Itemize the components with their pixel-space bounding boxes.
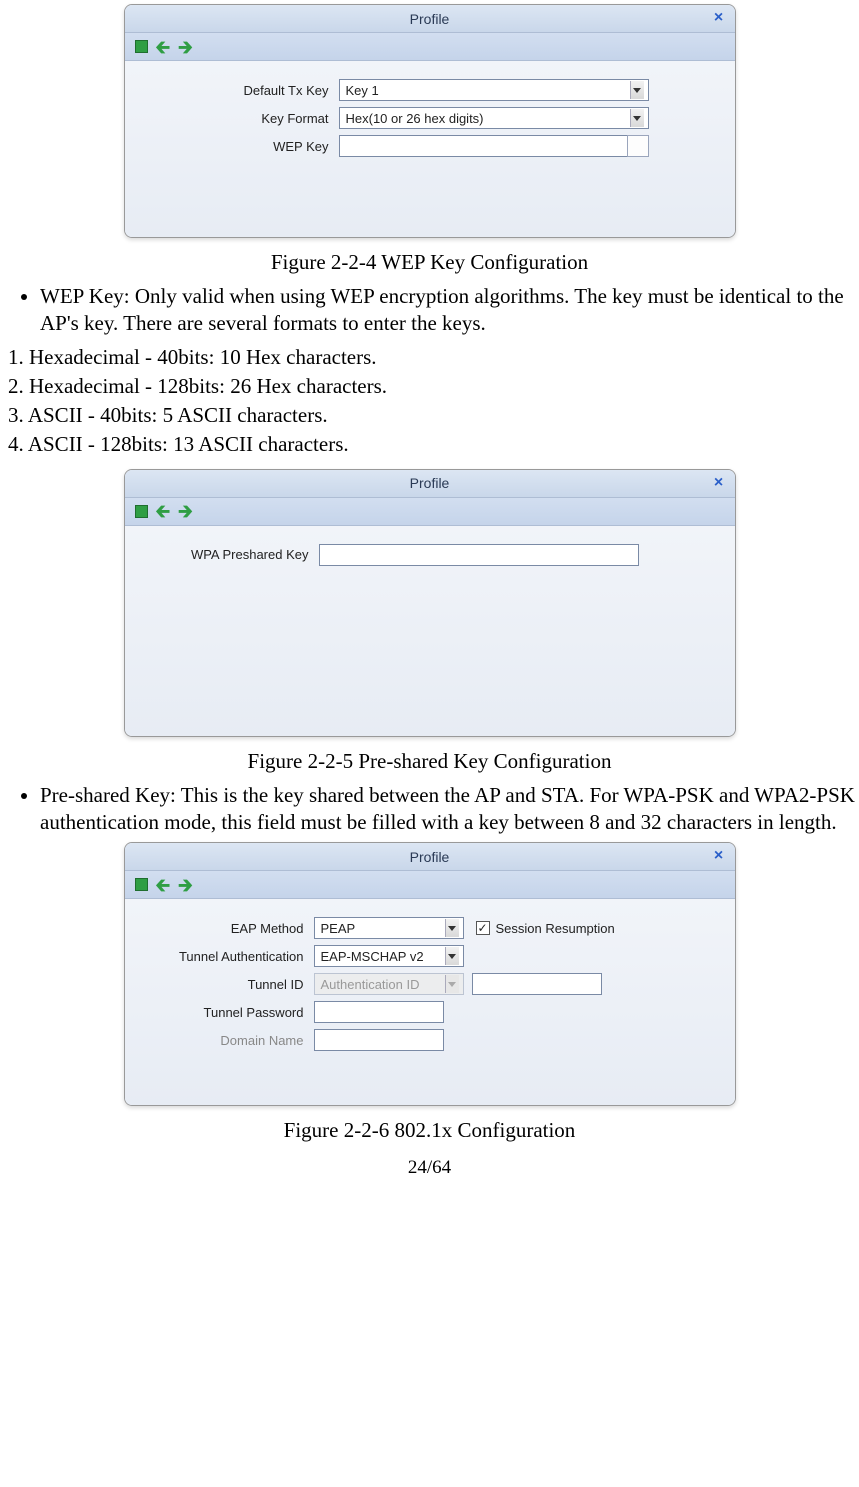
dialog-titlebar: Profile × [125, 843, 735, 871]
tunnel-id-select: Authentication ID [314, 973, 464, 995]
stop-icon[interactable] [135, 878, 148, 891]
stop-icon[interactable] [135, 505, 148, 518]
dialog-body: Default Tx Key Key 1 Key Format Hex(10 o… [125, 61, 735, 237]
figure-caption-3: Figure 2-2-6 802.1x Configuration [0, 1118, 859, 1143]
dialog-toolbar: 🡰 🡲 [125, 871, 735, 899]
num-item-4: 4. ASCII - 128bits: 13 ASCII characters. [8, 431, 859, 458]
key-format-select[interactable]: Hex(10 or 26 hex digits) [339, 107, 649, 129]
figure-caption-1: Figure 2-2-4 WEP Key Configuration [0, 250, 859, 275]
wep-key-suffix [627, 135, 649, 157]
dialog-title: Profile [410, 475, 450, 491]
forward-arrow-icon[interactable]: 🡲 [178, 502, 193, 520]
close-icon[interactable]: × [711, 848, 727, 864]
close-icon[interactable]: × [711, 10, 727, 26]
bullet-list-2: Pre-shared Key: This is the key shared b… [0, 782, 859, 837]
domain-name-label: Domain Name [139, 1033, 314, 1048]
eap-method-value: PEAP [321, 921, 356, 936]
tunnel-id-input[interactable] [472, 973, 602, 995]
chevron-down-icon [445, 947, 459, 965]
domain-name-input[interactable] [314, 1029, 444, 1051]
row-wep-key: WEP Key [139, 135, 721, 157]
default-tx-key-select[interactable]: Key 1 [339, 79, 649, 101]
dialog-body: WPA Preshared Key [125, 526, 735, 736]
forward-arrow-icon[interactable]: 🡲 [178, 38, 193, 56]
chevron-down-icon [630, 81, 644, 99]
num-item-3: 3. ASCII - 40bits: 5 ASCII characters. [8, 402, 859, 429]
row-domain-name: Domain Name [139, 1029, 721, 1051]
psk-input[interactable] [319, 544, 639, 566]
profile-dialog-8021x: Profile × 🡰 🡲 EAP Method PEAP ✓ Session … [124, 842, 736, 1106]
tunnel-password-label: Tunnel Password [139, 1005, 314, 1020]
default-tx-key-label: Default Tx Key [139, 83, 339, 98]
row-tunnel-id: Tunnel ID Authentication ID [139, 973, 721, 995]
dialog-body: EAP Method PEAP ✓ Session Resumption Tun… [125, 899, 735, 1105]
dialog-titlebar: Profile × [125, 5, 735, 33]
chevron-down-icon [630, 109, 644, 127]
numbered-list: 1. Hexadecimal - 40bits: 10 Hex characte… [0, 344, 859, 459]
tunnel-auth-label: Tunnel Authentication [139, 949, 314, 964]
wep-key-label: WEP Key [139, 139, 339, 154]
bullet-psk: Pre-shared Key: This is the key shared b… [40, 782, 859, 837]
key-format-value: Hex(10 or 26 hex digits) [346, 111, 484, 126]
row-eap-method: EAP Method PEAP ✓ Session Resumption [139, 917, 721, 939]
wep-key-input[interactable] [339, 135, 649, 157]
figure-caption-2: Figure 2-2-5 Pre-shared Key Configuratio… [0, 749, 859, 774]
back-arrow-icon[interactable]: 🡰 [156, 502, 171, 520]
checkbox-icon: ✓ [476, 921, 490, 935]
close-icon[interactable]: × [711, 475, 727, 491]
num-item-2: 2. Hexadecimal - 128bits: 26 Hex charact… [8, 373, 859, 400]
back-arrow-icon[interactable]: 🡰 [156, 876, 171, 894]
page-number: 24/64 [0, 1157, 859, 1179]
row-default-tx-key: Default Tx Key Key 1 [139, 79, 721, 101]
dialog-title: Profile [410, 849, 450, 865]
profile-dialog-psk: Profile × 🡰 🡲 WPA Preshared Key [124, 469, 736, 737]
chevron-down-icon [445, 975, 459, 993]
profile-dialog-wep: Profile × 🡰 🡲 Default Tx Key Key 1 Key F… [124, 4, 736, 238]
dialog-title: Profile [410, 11, 450, 27]
dialog-toolbar: 🡰 🡲 [125, 498, 735, 526]
session-resumption-checkbox[interactable]: ✓ Session Resumption [476, 921, 615, 936]
key-format-label: Key Format [139, 111, 339, 126]
stop-icon[interactable] [135, 40, 148, 53]
forward-arrow-icon[interactable]: 🡲 [178, 876, 193, 894]
back-arrow-icon[interactable]: 🡰 [156, 38, 171, 56]
num-item-1: 1. Hexadecimal - 40bits: 10 Hex characte… [8, 344, 859, 371]
eap-method-select[interactable]: PEAP [314, 917, 464, 939]
bullet-wep-key: WEP Key: Only valid when using WEP encry… [40, 283, 859, 338]
tunnel-id-value: Authentication ID [321, 977, 420, 992]
eap-method-label: EAP Method [139, 921, 314, 936]
dialog-titlebar: Profile × [125, 470, 735, 498]
row-tunnel-password: Tunnel Password [139, 1001, 721, 1023]
row-tunnel-auth: Tunnel Authentication EAP-MSCHAP v2 [139, 945, 721, 967]
default-tx-key-value: Key 1 [346, 83, 379, 98]
chevron-down-icon [445, 919, 459, 937]
tunnel-auth-select[interactable]: EAP-MSCHAP v2 [314, 945, 464, 967]
session-resumption-label: Session Resumption [496, 921, 615, 936]
tunnel-password-input[interactable] [314, 1001, 444, 1023]
row-key-format: Key Format Hex(10 or 26 hex digits) [139, 107, 721, 129]
row-psk: WPA Preshared Key [139, 544, 721, 566]
tunnel-auth-value: EAP-MSCHAP v2 [321, 949, 424, 964]
psk-label: WPA Preshared Key [139, 547, 319, 562]
bullet-list-1: WEP Key: Only valid when using WEP encry… [0, 283, 859, 338]
dialog-toolbar: 🡰 🡲 [125, 33, 735, 61]
tunnel-id-label: Tunnel ID [139, 977, 314, 992]
